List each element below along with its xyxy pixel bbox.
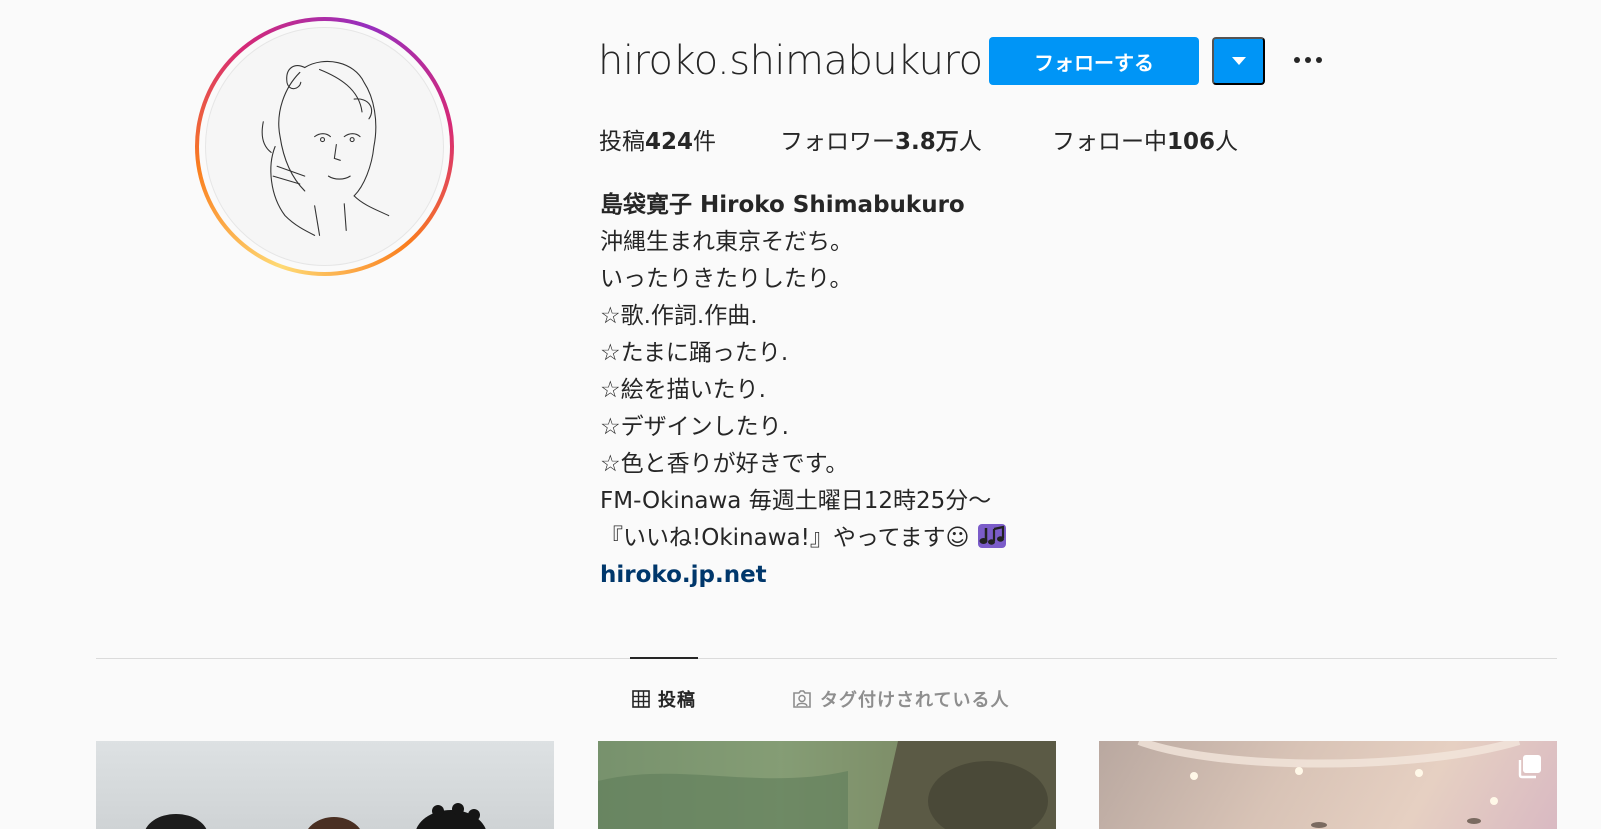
tab-tagged-label: タグ付けされている人 bbox=[820, 690, 1010, 711]
post-image bbox=[1137, 741, 1521, 828]
more-options-button[interactable] bbox=[1288, 46, 1328, 74]
post-thumbnail[interactable] bbox=[598, 741, 1056, 829]
more-horizontal-icon bbox=[1294, 57, 1300, 63]
tab-tagged[interactable]: タグ付けされている人 bbox=[792, 686, 1009, 712]
profile-username: hiroko.shimabukuro bbox=[598, 38, 983, 84]
bio-line: ☆歌.作詞.作曲. bbox=[600, 303, 758, 329]
stat-following[interactable]: フォロー中106人 bbox=[1052, 122, 1238, 156]
chevron-down-icon bbox=[1231, 57, 1246, 65]
post-image bbox=[145, 803, 486, 829]
tabs-divider bbox=[96, 658, 1557, 659]
bio-line: ☆たまに踊ったり. bbox=[600, 340, 789, 366]
post-image bbox=[598, 741, 1056, 829]
bio-line: ☆色と香りが好きです。 bbox=[600, 451, 849, 477]
suggested-dropdown-button[interactable] bbox=[1212, 37, 1265, 85]
tab-posts-label: 投稿 bbox=[658, 690, 696, 711]
profile-stats: 投稿424件 フォロワー3.8万人 フォロー中106人 bbox=[0, 122, 1601, 156]
stat-posts: 投稿424件 bbox=[599, 129, 717, 155]
bio-line: ☆デザインしたり. bbox=[600, 414, 789, 440]
stat-followers[interactable]: フォロワー3.8万人 bbox=[780, 122, 982, 156]
follow-button[interactable]: フォローする bbox=[989, 37, 1199, 85]
profile-bio: 島袋寛子 Hiroko Shimabukuro 沖縄生まれ東京そだち。 いったり… bbox=[600, 187, 1300, 594]
tab-posts[interactable]: 投稿 bbox=[632, 686, 696, 712]
active-tab-indicator bbox=[630, 657, 698, 659]
bio-line-last: 『いいね!Okinawa!』やってます☺ bbox=[600, 520, 1300, 557]
profile-page: hiroko.shimabukuro フォローする 投稿424件 フォロワー3.… bbox=[0, 0, 1601, 829]
tagged-user-icon bbox=[793, 690, 811, 708]
profile-website-link[interactable]: hiroko.jp.net bbox=[600, 562, 767, 588]
profile-full-name: 島袋寛子 Hiroko Shimabukuro bbox=[600, 192, 965, 218]
bio-line: ☆絵を描いたり. bbox=[600, 377, 766, 403]
grid-icon bbox=[632, 690, 650, 708]
bio-line: FM-Okinawa 毎週土曜日12時25分〜 bbox=[600, 488, 992, 514]
carousel-icon bbox=[1518, 755, 1541, 779]
bio-line: いったりきたりしたり。 bbox=[600, 266, 853, 292]
post-thumbnail[interactable] bbox=[96, 741, 554, 829]
bio-line: 沖縄生まれ東京そだち。 bbox=[600, 229, 853, 255]
post-thumbnail[interactable] bbox=[1099, 741, 1557, 829]
music-notes-icon bbox=[977, 524, 1006, 548]
